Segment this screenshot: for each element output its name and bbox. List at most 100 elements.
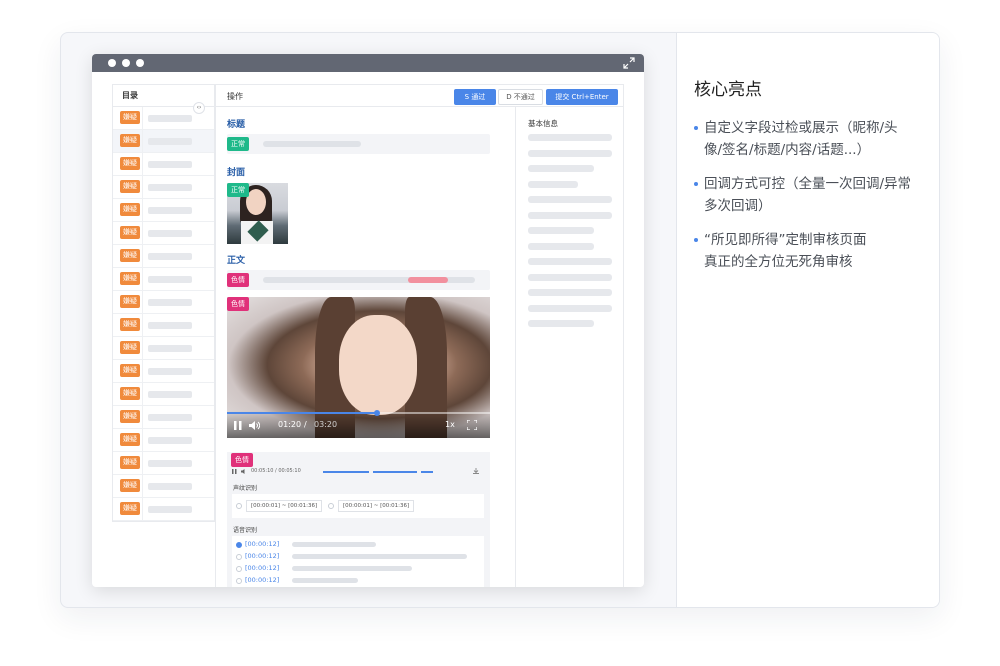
speech-text bbox=[292, 566, 412, 571]
download-icon[interactable] bbox=[473, 468, 479, 474]
toc-item[interactable]: 嫌疑 bbox=[113, 268, 214, 291]
status-badge: 色情 bbox=[227, 297, 249, 311]
info-placeholder-line bbox=[528, 211, 612, 219]
suspect-badge: 嫌疑 bbox=[120, 157, 140, 170]
audio-waveform bbox=[323, 471, 369, 473]
toc-item[interactable]: 嫌疑 bbox=[113, 199, 214, 222]
body-section-label: 正文 bbox=[227, 256, 246, 266]
speech-checkbox[interactable] bbox=[236, 542, 242, 548]
audio-pause-icon[interactable] bbox=[232, 469, 237, 474]
speech-checkbox[interactable] bbox=[236, 554, 242, 560]
toc-item-placeholder bbox=[148, 207, 192, 214]
toc-item[interactable]: 嫌疑 bbox=[113, 337, 214, 360]
toc-panel: 目录 嫌疑 嫌疑 嫌疑 嫌疑 嫌疑 嫌疑 嫌疑 嫌疑 嫌疑 嫌疑 嫌疑 嫌疑 嫌疑 嫌疑 嫌疑 嫌疑 嫌疑 嫌疑 bbox=[112, 84, 215, 522]
suspect-badge: 嫌疑 bbox=[120, 502, 140, 515]
audio-time: 00:05:10 / 00:05:10 bbox=[251, 468, 301, 474]
suspect-badge: 嫌疑 bbox=[120, 295, 140, 308]
info-placeholder-line bbox=[528, 149, 612, 157]
toc-item-placeholder bbox=[148, 299, 192, 306]
toc-item[interactable]: 嫌疑 bbox=[113, 291, 214, 314]
fail-button[interactable]: D 不通过 bbox=[498, 89, 543, 105]
suspect-badge: 嫌疑 bbox=[120, 318, 140, 331]
window-titlebar bbox=[92, 54, 644, 72]
suspect-badge: 嫌疑 bbox=[120, 364, 140, 377]
toc-item-placeholder bbox=[148, 322, 192, 329]
video-progress-fill bbox=[227, 412, 377, 414]
title-field: 正常 bbox=[227, 134, 490, 154]
info-placeholder-line bbox=[528, 196, 612, 203]
toc-item[interactable]: 嫌疑 bbox=[113, 153, 214, 176]
speech-checkbox[interactable] bbox=[236, 578, 242, 584]
speech-checkbox[interactable] bbox=[236, 566, 242, 572]
title-section-label: 标题 bbox=[227, 120, 246, 130]
voiceprint-segment[interactable]: [00:00:01] ~ [00:01:36] bbox=[246, 500, 323, 512]
toc-item-placeholder bbox=[148, 276, 192, 283]
video-progress-handle[interactable] bbox=[373, 410, 380, 416]
toc-item[interactable]: 嫌疑 bbox=[113, 314, 214, 337]
toc-item[interactable]: 嫌疑 bbox=[113, 452, 214, 475]
toc-item[interactable]: 嫌疑 bbox=[113, 245, 214, 268]
speech-text bbox=[292, 542, 376, 547]
speech-timestamp[interactable]: [00:00:12] bbox=[245, 564, 279, 572]
suspect-badge: 嫌疑 bbox=[120, 341, 140, 354]
suspect-badge: 嫌疑 bbox=[120, 433, 140, 446]
pass-button[interactable]: S 通过 bbox=[454, 89, 496, 105]
toc-item-placeholder bbox=[148, 414, 192, 421]
toc-item-placeholder bbox=[148, 230, 192, 237]
submit-button[interactable]: 提交 Ctrl+Enter bbox=[546, 89, 618, 105]
toc-item-placeholder bbox=[148, 506, 192, 513]
highlight-item: 自定义字段过检或展示（昵称/头像/签名/标题/内容/话题...） bbox=[694, 117, 914, 161]
speech-label: 语音识别 bbox=[233, 527, 258, 534]
volume-icon[interactable] bbox=[249, 421, 260, 430]
action-label: 操作 bbox=[227, 92, 243, 101]
video-face bbox=[339, 315, 417, 415]
basic-info-panel: 基本信息 bbox=[516, 107, 624, 587]
suspect-badge: 嫌疑 bbox=[120, 180, 140, 193]
speech-timestamp[interactable]: [00:00:12] bbox=[245, 576, 279, 584]
video-current-time: 01:20 bbox=[278, 420, 302, 429]
suspect-badge: 嫌疑 bbox=[120, 249, 140, 262]
toc-item-placeholder bbox=[148, 345, 192, 352]
toc-item[interactable]: 嫌疑 bbox=[113, 130, 214, 153]
toc-item-placeholder bbox=[148, 391, 192, 398]
body-field: 色情 bbox=[227, 270, 490, 290]
status-badge: 正常 bbox=[227, 137, 249, 151]
suspect-badge: 嫌疑 bbox=[120, 479, 140, 492]
toc-item[interactable]: 嫌疑 bbox=[113, 475, 214, 498]
video-player[interactable]: 01:20 / 03:20 1x bbox=[227, 297, 490, 438]
toc-item[interactable]: 嫌疑 bbox=[113, 222, 214, 245]
toc-item-placeholder bbox=[148, 138, 192, 145]
toc-item[interactable]: 嫌疑 bbox=[113, 176, 214, 199]
suspect-badge: 嫌疑 bbox=[120, 226, 140, 239]
voiceprint-segment[interactable]: [00:00:01] ~ [00:01:36] bbox=[338, 500, 415, 512]
info-placeholder-line bbox=[528, 165, 594, 172]
speech-timestamp[interactable]: [00:00:12] bbox=[245, 540, 279, 548]
toc-item[interactable]: 嫌疑 bbox=[113, 429, 214, 452]
window-dot bbox=[122, 59, 130, 67]
toc-collapse-icon[interactable]: ‹› bbox=[193, 102, 205, 114]
toc-item[interactable]: 嫌疑 bbox=[113, 498, 214, 521]
status-badge: 色情 bbox=[231, 453, 253, 467]
segment-checkbox[interactable] bbox=[328, 503, 334, 509]
info-placeholder-line bbox=[528, 289, 612, 296]
toc-item[interactable]: 嫌疑 bbox=[113, 383, 214, 406]
info-placeholder-line bbox=[528, 227, 594, 234]
status-badge: 色情 bbox=[227, 273, 249, 287]
info-placeholder-line bbox=[528, 320, 594, 327]
segment-checkbox[interactable] bbox=[236, 503, 242, 509]
suspect-badge: 嫌疑 bbox=[120, 410, 140, 423]
speech-timestamp[interactable]: [00:00:12] bbox=[245, 552, 279, 560]
info-placeholder-line bbox=[528, 258, 612, 265]
expand-icon[interactable] bbox=[623, 57, 635, 69]
cover-face bbox=[246, 189, 266, 215]
fullscreen-icon[interactable] bbox=[467, 420, 477, 430]
pause-icon[interactable] bbox=[234, 421, 242, 430]
suspect-badge: 嫌疑 bbox=[120, 272, 140, 285]
speech-panel: [00:00:12] [00:00:12] [00:00:12] [00:00:… bbox=[232, 536, 484, 587]
info-placeholder-line bbox=[528, 304, 612, 312]
playback-speed[interactable]: 1x bbox=[445, 420, 455, 429]
toc-item[interactable]: 嫌疑 bbox=[113, 360, 214, 383]
audio-volume-icon[interactable] bbox=[241, 469, 247, 474]
toc-item[interactable]: 嫌疑 bbox=[113, 406, 214, 429]
status-badge: 正常 bbox=[227, 183, 249, 197]
